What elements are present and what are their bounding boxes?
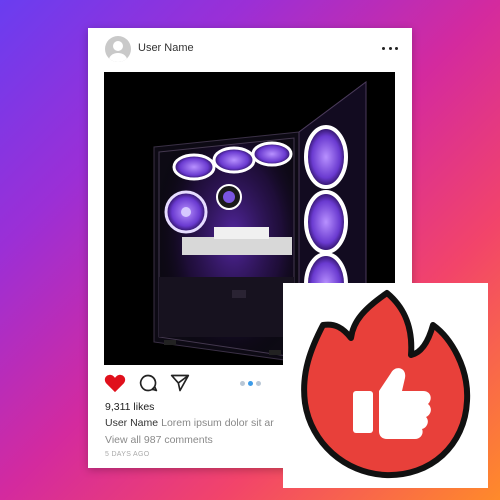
caption-text: Lorem ipsum dolor sit ar: [161, 417, 274, 429]
post-caption: User Name Lorem ipsum dolor sit ar: [105, 417, 274, 429]
post-header: User Name: [88, 28, 412, 70]
post-timestamp: 5 DAYS AGO: [105, 451, 150, 458]
fire-thumbs-up-badge: [283, 283, 488, 488]
more-options-icon[interactable]: [380, 38, 400, 58]
caption-username[interactable]: User Name: [105, 417, 158, 429]
send-paper-plane-icon[interactable]: [170, 373, 190, 393]
user-avatar-icon[interactable]: [105, 36, 131, 62]
view-comments-link[interactable]: View all 987 comments: [105, 434, 213, 446]
heart-filled-icon[interactable]: [104, 373, 126, 393]
carousel-dot[interactable]: [256, 381, 261, 386]
likes-count[interactable]: 9,311 likes: [105, 401, 154, 413]
carousel-indicator: [240, 381, 261, 386]
carousel-dot[interactable]: [240, 381, 245, 386]
carousel-dot-active[interactable]: [248, 381, 253, 386]
comment-bubble-icon[interactable]: [138, 373, 158, 393]
post-username[interactable]: User Name: [138, 42, 194, 54]
fire-thumbs-up-icon: [301, 290, 471, 479]
